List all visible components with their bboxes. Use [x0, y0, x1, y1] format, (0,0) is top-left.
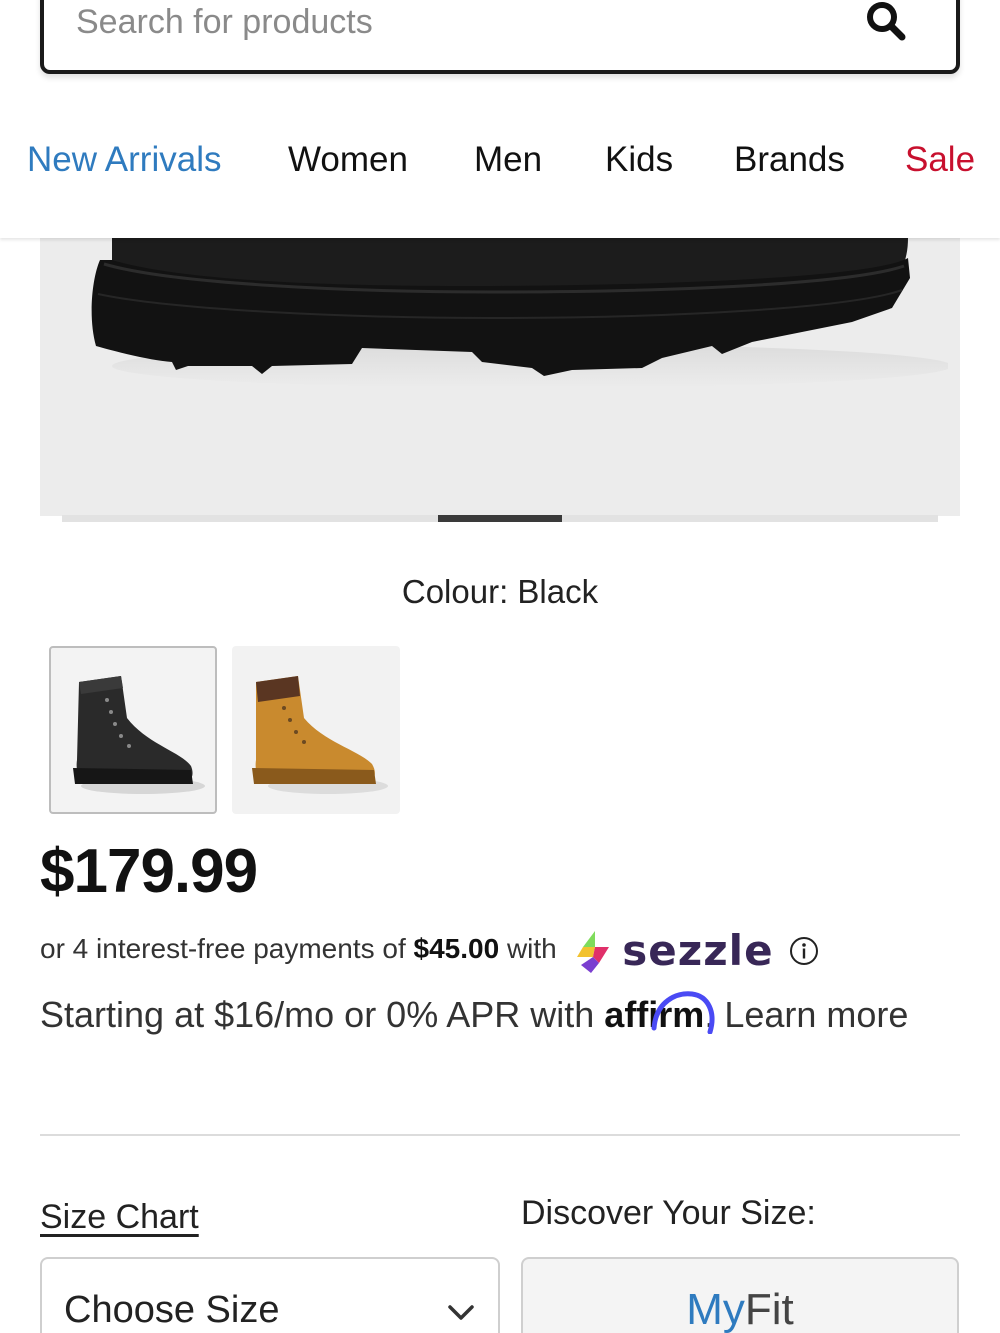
- myfit-button[interactable]: MyFit: [521, 1257, 959, 1333]
- nav-kids[interactable]: Kids: [605, 140, 673, 180]
- black-boot-thumbnail: [73, 676, 205, 794]
- product-image: [52, 238, 948, 516]
- affirm-learn-more[interactable]: . Learn more: [704, 994, 908, 1035]
- size-chart-link[interactable]: Size Chart: [40, 1198, 199, 1237]
- size-select-label: Choose Size: [64, 1289, 280, 1331]
- affirm-logo: affirm: [604, 991, 715, 1035]
- site-header: New Arrivals Women Men Kids Brands Sale: [0, 0, 1000, 238]
- sezzle-prefix: or 4 interest-free payments of: [40, 932, 406, 964]
- affirm-financing-info: Starting at $16/mo or 0% APR with affirm…: [40, 984, 940, 1046]
- size-select[interactable]: Choose Size: [40, 1257, 500, 1333]
- sezzle-logo-icon: [576, 930, 609, 973]
- nav-new-arrivals[interactable]: New Arrivals: [27, 140, 221, 180]
- carousel-progress-indicator[interactable]: [438, 515, 562, 522]
- swatch-wheat[interactable]: [232, 646, 400, 814]
- chevron-down-icon: [448, 1305, 474, 1320]
- nav-brands[interactable]: Brands: [734, 140, 845, 180]
- myfit-fit-text: Fit: [744, 1285, 794, 1333]
- colour-label: Colour: Black: [401, 573, 599, 610]
- myfit-label: MyFit: [686, 1285, 794, 1333]
- section-divider: [40, 1134, 960, 1136]
- sezzle-suffix: with: [506, 932, 557, 964]
- carousel-progress-track[interactable]: [62, 515, 938, 522]
- boot-image: [91, 238, 948, 388]
- affirm-arc-icon: [651, 991, 715, 1034]
- nav-sale[interactable]: Sale: [905, 140, 975, 180]
- wheat-boot-thumbnail: [252, 676, 388, 794]
- swatch-black[interactable]: [49, 646, 217, 814]
- nav-men[interactable]: Men: [474, 140, 542, 180]
- affirm-prefix: Starting at $16/mo or 0% APR with: [40, 994, 595, 1035]
- info-icon[interactable]: [789, 936, 819, 966]
- search-input[interactable]: [76, 0, 836, 44]
- nav-women[interactable]: Women: [288, 140, 408, 180]
- discover-size-label: Discover Your Size:: [521, 1194, 816, 1232]
- sezzle-payment-info: or 4 interest-free payments of $45.00 wi…: [40, 926, 819, 975]
- product-price: $179.99: [40, 837, 258, 906]
- product-image-carousel[interactable]: [40, 238, 960, 516]
- search-bar[interactable]: [40, 0, 960, 74]
- main-nav: New Arrivals Women Men Kids Brands Sale: [0, 140, 1000, 190]
- search-icon[interactable]: [862, 0, 910, 46]
- sezzle-wordmark[interactable]: sezzle: [622, 926, 773, 975]
- sezzle-amount: $45.00: [413, 932, 500, 964]
- myfit-my-text: My: [686, 1285, 745, 1333]
